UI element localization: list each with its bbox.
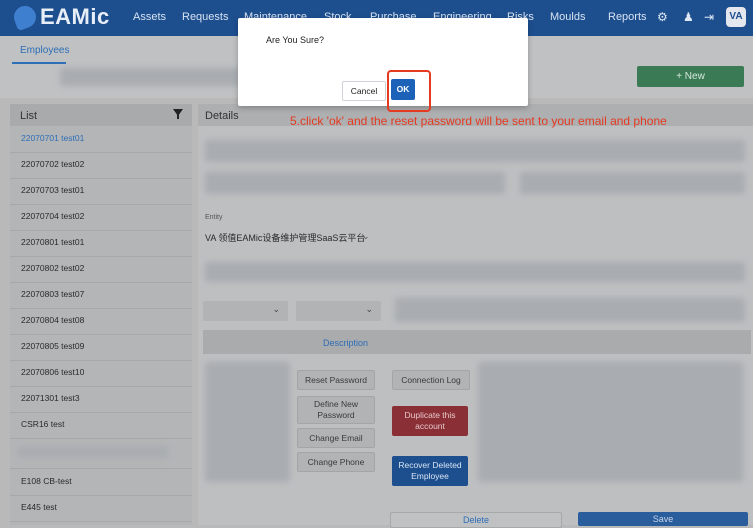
- description-bar: [203, 330, 751, 354]
- list-item[interactable]: 22070803 test07: [10, 282, 192, 309]
- details-title: Details: [205, 110, 239, 122]
- description-label: Description: [323, 338, 369, 348]
- blurred-detail-field: [520, 172, 745, 194]
- list-item-label: 22070804 test08: [21, 315, 85, 325]
- blurred-detail-field: [395, 298, 745, 322]
- list-item[interactable]: 22070702 test02: [10, 152, 192, 179]
- chevron-down-icon: ⌄: [272, 304, 280, 314]
- save-button[interactable]: Save: [578, 512, 748, 526]
- list-item[interactable]: 22070701 test01: [10, 126, 192, 153]
- entity-label: Entity: [205, 214, 223, 221]
- blurred-list-item: [18, 446, 168, 458]
- list-item-label: CSR16 test: [21, 419, 65, 429]
- list-item[interactable]: CSR16 test: [10, 412, 192, 439]
- list-item[interactable]: 22070802 test02: [10, 256, 192, 283]
- settings-gear-icon[interactable]: ⚙: [657, 10, 668, 24]
- list-item-label: 22070801 test01: [21, 237, 85, 247]
- list-item-label: 22070704 test02: [21, 211, 85, 221]
- nav-requests[interactable]: Requests: [182, 11, 228, 23]
- connection-log-button[interactable]: Connection Log: [392, 370, 470, 390]
- list-item[interactable]: 22071301 test3: [10, 386, 192, 413]
- dropdown-select[interactable]: ⌄: [203, 301, 288, 321]
- list-item[interactable]: 22070805 test09: [10, 334, 192, 361]
- confirm-dialog: Are You Sure? Cancel OK: [238, 18, 528, 106]
- logo-mark-icon: [10, 2, 40, 32]
- list-header: List: [10, 104, 192, 126]
- define-new-password-button[interactable]: Define New Password: [297, 396, 375, 424]
- recover-deleted-employee-button[interactable]: Recover Deleted Employee: [392, 456, 468, 486]
- blurred-detail-field: [205, 172, 505, 194]
- user-avatar[interactable]: VA: [726, 7, 746, 27]
- list-item[interactable]: 22070704 test02: [10, 204, 192, 231]
- cancel-button[interactable]: Cancel: [342, 81, 386, 101]
- tab-employees[interactable]: Employees: [20, 45, 69, 56]
- list-item-label: 22070802 test02: [21, 263, 85, 273]
- list-item-label: 22071301 test3: [21, 393, 80, 403]
- change-phone-button[interactable]: Change Phone: [297, 452, 375, 472]
- list-title: List: [20, 110, 38, 122]
- list-item-label: 22070806 test10: [21, 367, 85, 377]
- list-item[interactable]: 22070703 test01: [10, 178, 192, 205]
- logout-icon[interactable]: ⇥: [704, 10, 714, 24]
- new-button[interactable]: + New: [637, 66, 744, 87]
- change-email-button[interactable]: Change Email: [297, 428, 375, 448]
- list-item-label: 22070702 test02: [21, 159, 85, 169]
- reset-password-button[interactable]: Reset Password: [297, 370, 375, 390]
- list-item[interactable]: 22070806 test10: [10, 360, 192, 387]
- list-item[interactable]: E108 CB-test: [10, 469, 192, 496]
- list-item[interactable]: 22070804 test08: [10, 308, 192, 335]
- blurred-toolbar-region: [60, 68, 240, 86]
- ok-highlight-box: [387, 70, 431, 112]
- filter-icon-stem: [177, 114, 179, 119]
- nav-reports[interactable]: Reports: [608, 11, 647, 23]
- dropdown-select[interactable]: ⌄: [296, 301, 381, 321]
- delete-button[interactable]: Delete: [390, 512, 562, 528]
- blurred-photo-region: [205, 362, 290, 482]
- chevron-down-icon: ⌄: [365, 304, 373, 314]
- app-logo[interactable]: EAMic: [10, 2, 110, 32]
- list-item-label: 22070805 test09: [21, 341, 85, 351]
- list-item[interactable]: 22070801 test01: [10, 230, 192, 257]
- blurred-detail-field: [205, 140, 745, 162]
- instruction-callout: 5.click 'ok' and the reset password will…: [290, 114, 667, 128]
- active-tab-indicator: [12, 62, 66, 64]
- list-item[interactable]: E445 test: [10, 495, 192, 522]
- dialog-title: Are You Sure?: [266, 35, 325, 45]
- list-item-label: E108 CB-test: [21, 476, 72, 486]
- list-item-label: 22070703 test01: [21, 185, 85, 195]
- chevron-down-icon: ⌄: [362, 231, 370, 241]
- list-item-label: 22070803 test07: [21, 289, 85, 299]
- entity-select[interactable]: VA 领值EAMic设备维护管理SaaS云平台: [205, 231, 365, 244]
- user-icon[interactable]: ♟: [683, 10, 694, 24]
- blurred-detail-field: [205, 262, 745, 282]
- logo-text: EAMic: [40, 4, 110, 29]
- nav-assets[interactable]: Assets: [133, 11, 166, 23]
- list-item[interactable]: [10, 438, 192, 469]
- blurred-detail-field: [478, 362, 743, 482]
- list-item-label: E445 test: [21, 502, 57, 512]
- nav-moulds[interactable]: Moulds: [550, 11, 585, 23]
- duplicate-account-button[interactable]: Duplicate this account: [392, 406, 468, 436]
- employee-list-panel: List 22070701 test01 22070702 test02 220…: [10, 104, 192, 525]
- list-item-label: 22070701 test01: [21, 133, 85, 143]
